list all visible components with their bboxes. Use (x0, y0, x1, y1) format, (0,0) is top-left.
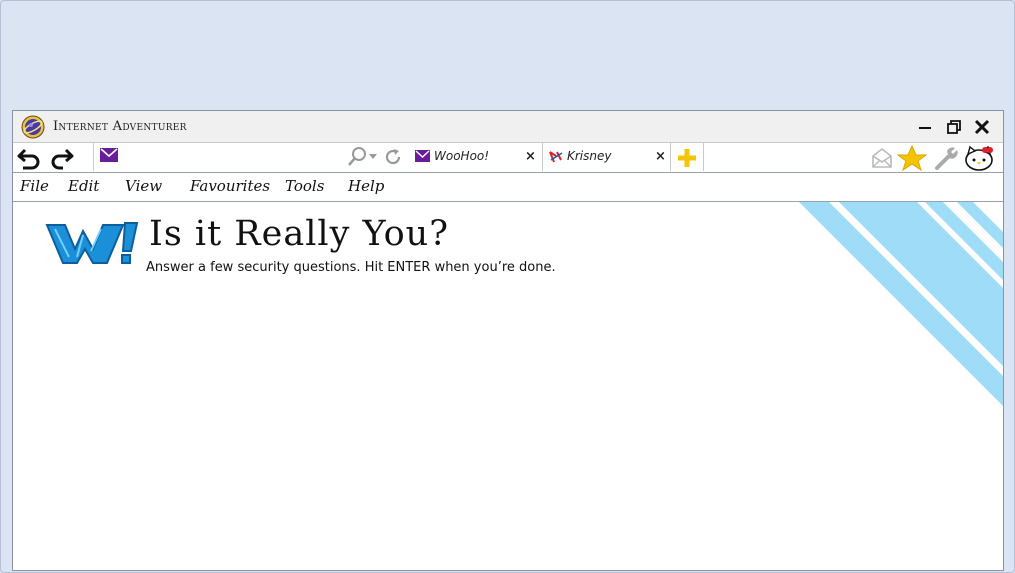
menu-view[interactable]: View (125, 177, 162, 195)
refresh-icon[interactable] (384, 148, 402, 166)
tab-close-button[interactable]: × (655, 149, 666, 164)
new-tab-plus-icon (678, 149, 696, 167)
wrench-icon[interactable] (933, 145, 959, 171)
tab-woohoo[interactable]: WooHoo! × (410, 143, 543, 171)
app-globe-icon (21, 115, 45, 139)
menu-edit[interactable]: Edit (68, 177, 99, 195)
menu-tools[interactable]: Tools (285, 177, 324, 195)
star-icon[interactable] (897, 145, 927, 171)
page-subheading: Answer a few security questions. Hit ENT… (146, 260, 556, 275)
forward-icon[interactable] (49, 146, 75, 170)
menu-bar: File Edit View Favourites Tools Help (13, 173, 1003, 202)
woohoo-logo (45, 222, 139, 264)
menu-file[interactable]: File (20, 177, 49, 195)
back-icon[interactable] (16, 146, 42, 170)
app-title: Internet Adventurer (53, 119, 187, 134)
kitty-icon[interactable] (964, 145, 994, 171)
search-icon[interactable] (346, 147, 380, 167)
new-tab-button[interactable] (671, 143, 704, 171)
tab-krisney[interactable]: Krisney × (543, 143, 671, 171)
decorative-stripes (799, 202, 1003, 406)
page-heading: Is it Really You? (149, 214, 449, 254)
menu-help[interactable]: Help (348, 177, 384, 195)
tab-close-button[interactable]: × (525, 149, 536, 164)
address-bar[interactable] (93, 143, 411, 171)
mail-icon (100, 148, 118, 162)
tab-label: Krisney (567, 149, 612, 163)
menu-favourites[interactable]: Favourites (190, 177, 270, 195)
minimize-icon[interactable] (915, 117, 935, 137)
envelope-icon[interactable] (871, 147, 893, 169)
tab-label: WooHoo! (434, 149, 490, 163)
close-icon[interactable] (972, 117, 992, 137)
krisney-logo-icon (549, 151, 563, 163)
title-bar: Internet Adventurer (13, 111, 1003, 143)
restore-icon[interactable] (944, 117, 964, 137)
mail-icon (415, 150, 430, 162)
browser-window: Internet Adventurer WooHoo! × Krisney × … (12, 110, 1004, 571)
page-content: Is it Really You? Answer a few security … (13, 202, 1003, 570)
nav-toolbar: WooHoo! × Krisney × (13, 143, 1003, 173)
